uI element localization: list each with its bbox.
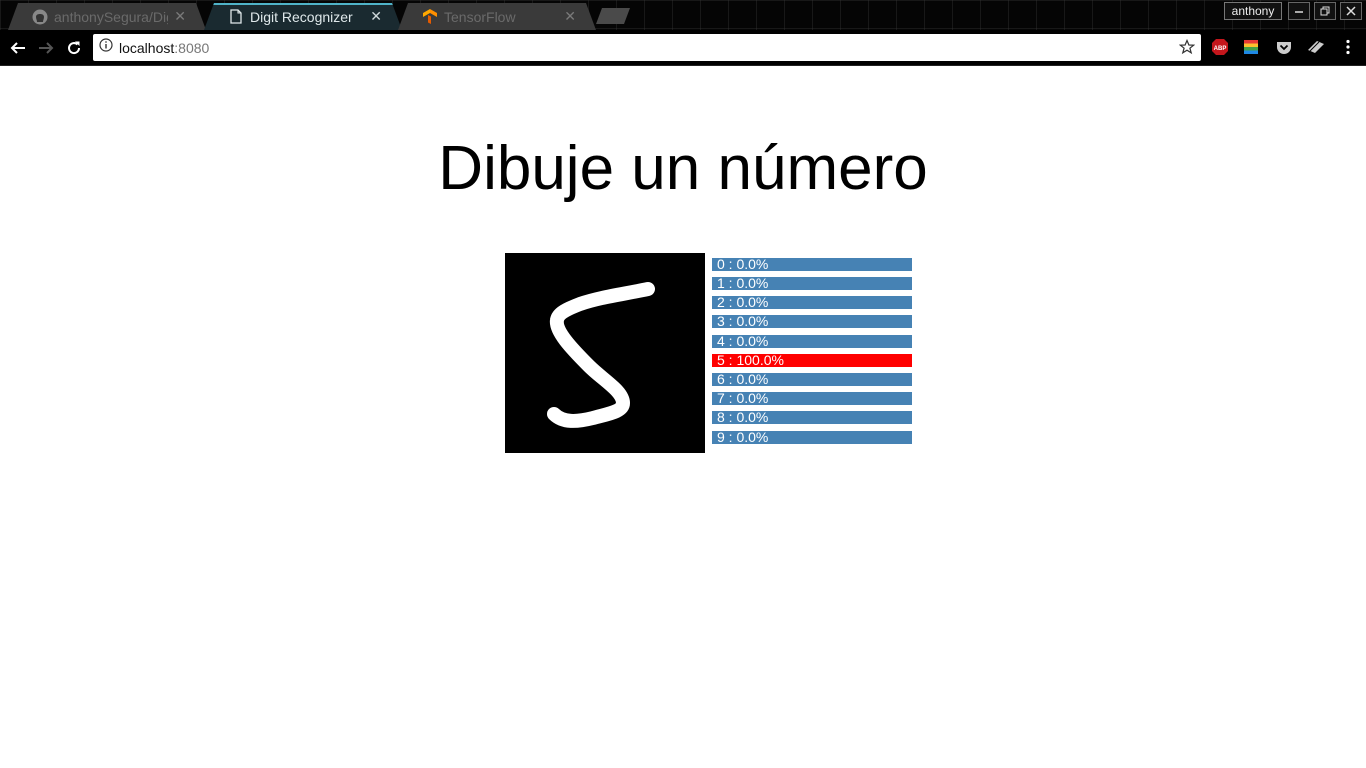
prediction-bar-1: 1 : 0.0% — [712, 276, 912, 290]
tensorflow-icon — [422, 9, 438, 25]
prediction-bar-0: 0 : 0.0% — [712, 257, 912, 271]
browser-toolbar: localhost:8080 ABP — [0, 30, 1366, 66]
pocket-icon[interactable] — [1275, 38, 1293, 56]
menu-icon[interactable] — [1339, 38, 1357, 56]
url-host: localhost — [119, 39, 175, 56]
close-window-button[interactable] — [1340, 2, 1362, 20]
reload-button[interactable] — [62, 36, 86, 60]
bookmark-star-icon[interactable] — [1178, 38, 1196, 60]
prediction-bar-5: 5 : 100.0% — [712, 353, 912, 367]
tab-github[interactable]: anthonySegura/Dig ✕ — [8, 3, 206, 30]
tab-title: Digit Recognizer — [250, 8, 353, 25]
minimize-button[interactable] — [1288, 2, 1310, 20]
prediction-bar-8: 8 : 0.0% — [712, 410, 912, 424]
drawing-canvas[interactable] — [505, 253, 705, 453]
back-button[interactable] — [6, 36, 30, 60]
browser-titlebar: anthonySegura/Dig ✕ Digit Recognizer ✕ T… — [0, 0, 1366, 30]
prediction-bar-3: 3 : 0.0% — [712, 314, 912, 328]
reload-icon — [68, 41, 81, 55]
close-icon[interactable]: ✕ — [370, 8, 382, 25]
page-title: Dibuje un número — [438, 134, 928, 203]
drawn-digit — [547, 282, 655, 428]
extension-icon[interactable] — [1307, 38, 1325, 56]
tab-title: anthonySegura/Dig — [54, 8, 169, 25]
new-tab-button[interactable] — [596, 8, 630, 24]
adblock-icon[interactable]: ABP — [1211, 38, 1229, 56]
restore-button[interactable] — [1314, 2, 1336, 20]
prediction-bar-6: 6 : 0.0% — [712, 372, 912, 386]
prediction-bar-7: 7 : 0.0% — [712, 391, 912, 405]
github-icon — [32, 9, 48, 25]
close-icon[interactable]: ✕ — [564, 8, 576, 25]
prediction-bar-2: 2 : 0.0% — [712, 295, 912, 309]
prediction-bar-9: 9 : 0.0% — [712, 430, 912, 444]
forward-button[interactable] — [34, 36, 58, 60]
info-icon[interactable] — [99, 38, 113, 57]
address-bar[interactable]: localhost:8080 — [93, 34, 1201, 61]
document-icon — [228, 9, 244, 25]
close-icon[interactable]: ✕ — [174, 8, 186, 25]
color-extension-icon[interactable] — [1242, 38, 1260, 56]
back-arrow-icon — [10, 42, 25, 54]
url-port: :8080 — [174, 39, 210, 56]
prediction-bar-4: 4 : 0.0% — [712, 334, 912, 348]
svg-text:ABP: ABP — [1214, 46, 1227, 52]
tab-tensorflow[interactable]: TensorFlow ✕ — [398, 3, 596, 30]
forward-arrow-icon — [39, 42, 54, 54]
profile-button[interactable]: anthony — [1224, 2, 1282, 20]
tab-title: TensorFlow — [444, 8, 516, 25]
tab-digit-recognizer[interactable]: Digit Recognizer ✕ — [204, 3, 402, 30]
